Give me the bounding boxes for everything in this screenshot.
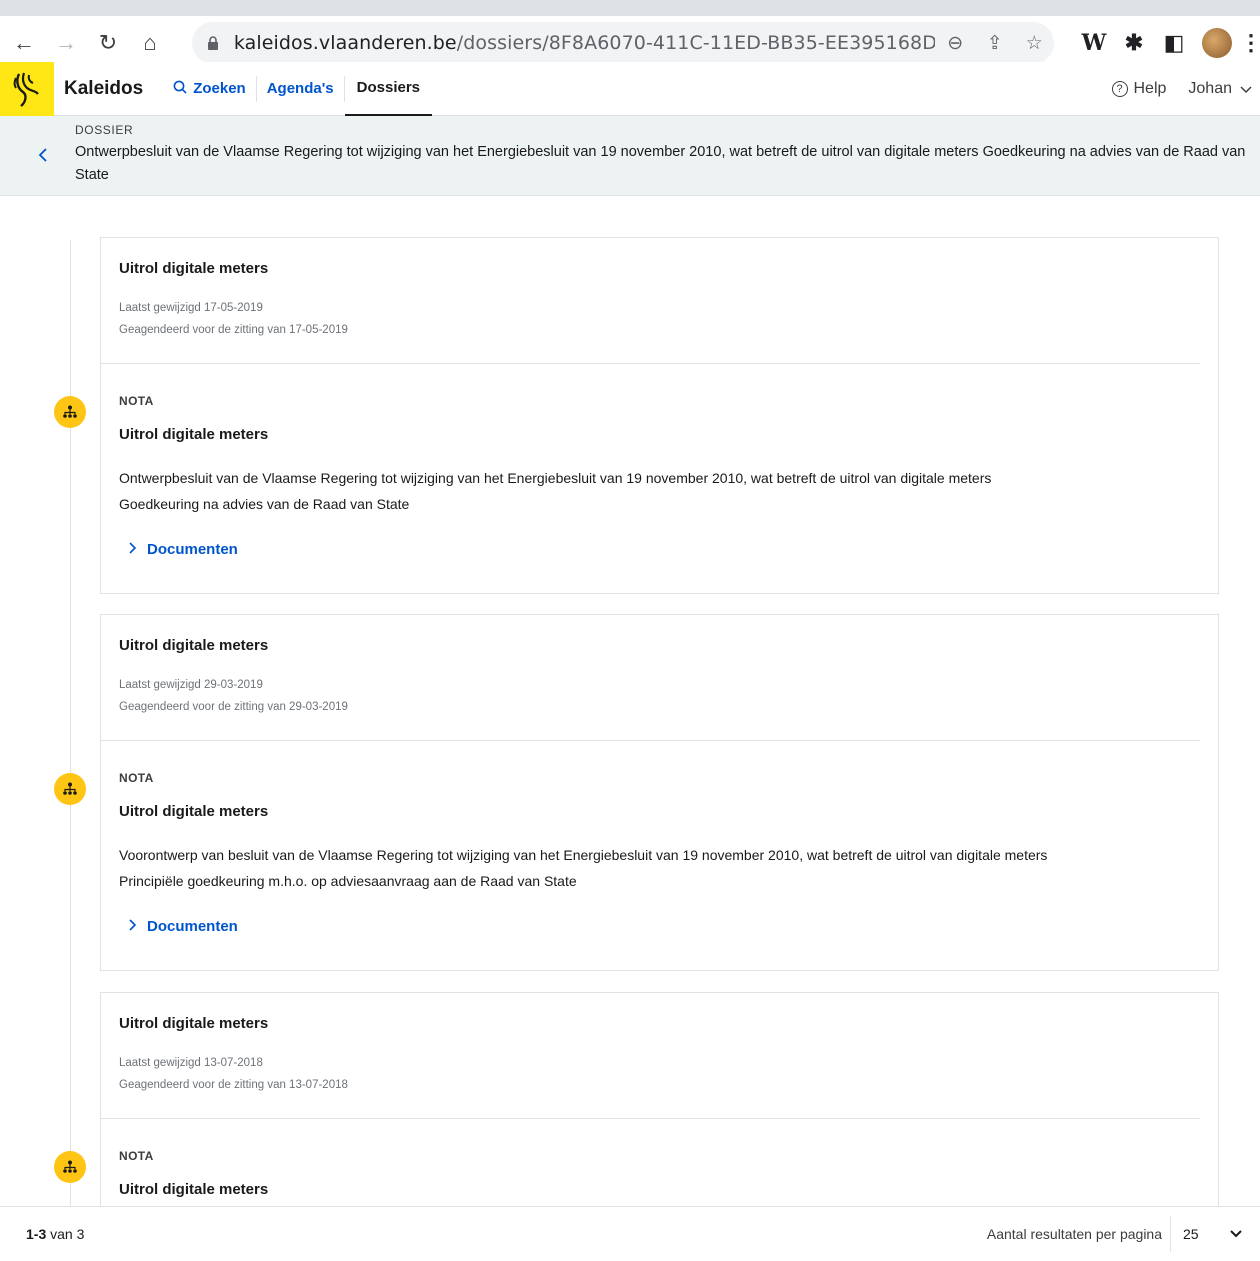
forward-arrow-icon[interactable]: → (48, 25, 84, 61)
chevron-right-icon (129, 542, 137, 557)
documents-toggle-label: Documenten (147, 541, 238, 558)
tab-zoeken[interactable]: Zoeken (163, 75, 257, 102)
app-brand[interactable]: Kaleidos (64, 78, 143, 100)
search-icon (173, 80, 187, 98)
pagination-bar: 1-3 van 3 Aantal resultaten per pagina 2… (0, 1206, 1260, 1261)
nota-description-line: Ontwerpbesluit van de Vlaamse Regering t… (119, 470, 992, 486)
user-menu[interactable]: Johan (1188, 80, 1252, 98)
last-modified: Laatst gewijzigd 17-05-2019 (119, 302, 263, 314)
dossier-title: Ontwerpbesluit van de Vlaamse Regering t… (75, 144, 1246, 183)
nota-description: Ontwerpbesluit van de Vlaamse Regering t… (119, 465, 1200, 517)
last-modified: Laatst gewijzigd 29-03-2019 (119, 679, 263, 691)
profile-avatar[interactable] (1202, 28, 1232, 58)
nota-description: Voorontwerp van besluit van de Vlaamse R… (119, 842, 1200, 894)
subcase-card: Uitrol digitale meters Laatst gewijzigd … (100, 992, 1219, 1206)
nota-label: NOTA (119, 771, 154, 785)
back-chevron-icon[interactable] (38, 146, 48, 167)
dossier-timeline[interactable]: Uitrol digitale meters Laatst gewijzigd … (0, 196, 1260, 1206)
home-icon[interactable]: ⌂ (132, 25, 168, 61)
zoom-icon[interactable]: ⊖ (935, 32, 975, 55)
extensions-puzzle-icon[interactable]: ✱ (1114, 30, 1154, 56)
nota-description-line: Principiële goedkeuring m.h.o. op advies… (119, 873, 577, 889)
documents-toggle[interactable]: Documenten (129, 918, 238, 935)
nota-title: Uitrol digitale meters (119, 426, 269, 443)
subcase-card: Uitrol digitale meters Laatst gewijzigd … (100, 614, 1219, 971)
lock-icon (206, 35, 220, 51)
main-nav: Zoeken Agenda's Dossiers (163, 62, 433, 116)
result-range-value: 1-3 (26, 1226, 47, 1242)
documents-toggle[interactable]: Documenten (129, 541, 238, 558)
dossier-banner: DOSSIER Ontwerpbesluit van de Vlaamse Re… (0, 116, 1260, 196)
tab-zoeken-label: Zoeken (193, 80, 246, 97)
subcase-card: Uitrol digitale meters Laatst gewijzigd … (100, 237, 1219, 594)
agenda-meeting: Geagendeerd voor de zitting van 29-03-20… (119, 701, 348, 713)
subcase-title[interactable]: Uitrol digitale meters (119, 1015, 1182, 1032)
help-icon: ? (1111, 80, 1128, 97)
user-name: Johan (1188, 79, 1232, 97)
nota-description-line: Voorontwerp van besluit van de Vlaamse R… (119, 847, 1048, 863)
subcase-title[interactable]: Uitrol digitale meters (119, 637, 1182, 654)
reload-icon[interactable]: ↻ (90, 25, 126, 61)
share-icon[interactable]: ⇪ (975, 32, 1015, 55)
nota-description-line: Goedkeuring na advies van de Raad van St… (119, 496, 410, 512)
subcase-title[interactable]: Uitrol digitale meters (119, 260, 1182, 277)
tab-dossiers-label: Dossiers (356, 79, 421, 96)
nota-title: Uitrol digitale meters (119, 1181, 269, 1198)
tab-agendas-label: Agenda's (266, 80, 334, 97)
app-header: Kaleidos Zoeken Agenda's Dossiers ? Help… (0, 61, 1260, 116)
back-arrow-icon[interactable]: ← (6, 25, 42, 61)
nota-type-icon (54, 396, 86, 428)
documents-toggle-label: Documenten (147, 918, 238, 935)
side-panel-icon[interactable]: ◧ (1154, 30, 1194, 56)
chevron-right-icon (129, 919, 137, 934)
address-bar[interactable]: kaleidos.vlaanderen.be/dossiers/8F8A6070… (192, 22, 1054, 64)
wikipedia-extension-icon[interactable]: W (1074, 30, 1114, 56)
chevron-down-icon (1240, 81, 1252, 97)
nota-type-icon (54, 1151, 86, 1183)
tab-dossiers[interactable]: Dossiers (344, 62, 433, 116)
perpage-select[interactable]: 25 (1170, 1216, 1256, 1252)
nota-title: Uitrol digitale meters (119, 803, 269, 820)
agenda-meeting: Geagendeerd voor de zitting van 13-07-20… (119, 1079, 348, 1091)
tab-agendas[interactable]: Agenda's (257, 75, 345, 102)
help-button[interactable]: ? Help (1111, 79, 1167, 98)
dossier-label: DOSSIER (75, 123, 134, 137)
chevron-down-icon (1230, 1227, 1242, 1241)
result-total: van 3 (50, 1226, 85, 1242)
perpage-label: Aantal resultaten per pagina (986, 1226, 1162, 1242)
vlaanderen-logo[interactable] (0, 61, 54, 116)
last-modified: Laatst gewijzigd 13-07-2018 (119, 1057, 263, 1069)
perpage-value: 25 (1183, 1226, 1199, 1242)
help-label: Help (1133, 79, 1167, 97)
agenda-meeting: Geagendeerd voor de zitting van 17-05-20… (119, 324, 348, 336)
nota-label: NOTA (119, 394, 154, 408)
nota-type-icon (54, 773, 86, 805)
bookmark-star-icon[interactable]: ☆ (1014, 32, 1054, 55)
menu-kebab-icon[interactable]: ⋮ (1240, 30, 1260, 56)
url-text: kaleidos.vlaanderen.be/dossiers/8F8A6070… (233, 32, 936, 54)
browser-toolbar: ← → ↻ ⌂ kaleidos.vlaanderen.be/dossiers/… (0, 0, 1260, 70)
nota-label: NOTA (119, 1149, 154, 1163)
result-range: 1-3 van 3 (26, 1226, 84, 1242)
timeline-line (70, 240, 71, 1206)
